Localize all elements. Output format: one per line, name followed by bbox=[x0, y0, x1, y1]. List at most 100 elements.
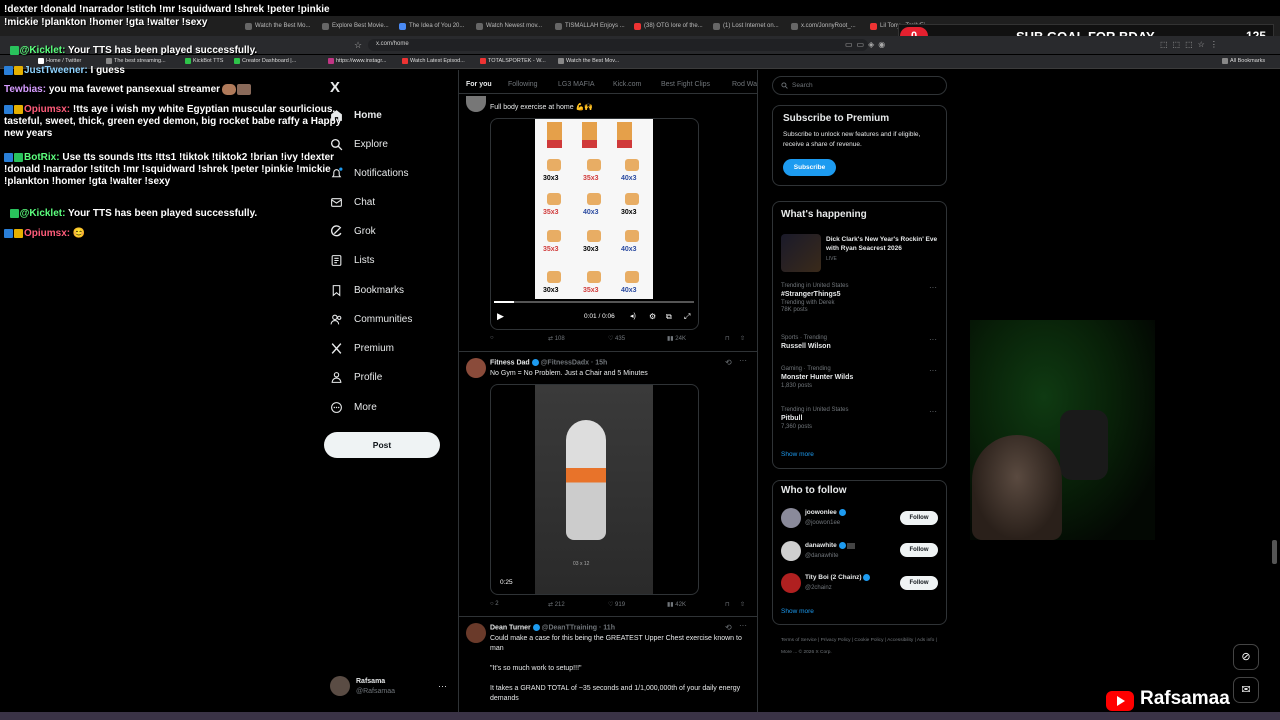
browser-tab[interactable]: Watch Newest mov... bbox=[476, 19, 548, 33]
bookmark-item[interactable]: The best streaming... bbox=[106, 58, 166, 64]
bookmark-item[interactable]: TOTALSPORTEK - W... bbox=[480, 58, 546, 64]
reply-icon[interactable]: ○ bbox=[490, 335, 494, 341]
user-avatar[interactable] bbox=[781, 541, 801, 561]
trend-item[interactable]: Gaming · Trending Monster Hunter Wilds 1… bbox=[781, 366, 941, 389]
like-button[interactable]: ♡ 919 bbox=[608, 601, 625, 608]
toolbar-icons[interactable]: ⬚⬚⬚☆⋮ bbox=[1160, 40, 1223, 49]
tab-for-you[interactable]: For you bbox=[466, 81, 492, 88]
footer-link[interactable]: Ads info bbox=[917, 638, 934, 643]
retweet-button[interactable]: ⇄ 108 bbox=[548, 335, 565, 342]
tab-rod-wave[interactable]: Rod Wa bbox=[732, 81, 757, 88]
video-progress-bar[interactable] bbox=[494, 301, 694, 303]
user-avatar[interactable] bbox=[781, 573, 801, 593]
user-avatar[interactable] bbox=[781, 508, 801, 528]
nav-more[interactable]: More bbox=[330, 399, 377, 415]
trend-more-icon[interactable]: ··· bbox=[929, 407, 937, 416]
browser-tab[interactable]: (1) Lost Internet on... bbox=[713, 19, 785, 33]
trend-more-icon[interactable]: ··· bbox=[929, 283, 937, 292]
messages-float-button[interactable]: ✉ bbox=[1233, 677, 1259, 703]
account-more-icon[interactable]: ··· bbox=[438, 681, 447, 691]
nav-grok[interactable]: Grok bbox=[330, 223, 376, 239]
retweet-button[interactable]: ⇄ 212 bbox=[548, 601, 565, 608]
footer-link[interactable]: Terms of Service bbox=[781, 638, 817, 643]
show-more-link[interactable]: Show more bbox=[781, 608, 814, 615]
footer-link[interactable]: Privacy Policy bbox=[821, 638, 851, 643]
event-title[interactable]: Dick Clark's New Year's Rockin' Eve with… bbox=[826, 235, 941, 253]
extension-icons[interactable]: ▭▭◈◉ bbox=[845, 40, 889, 49]
nav-profile[interactable]: Profile bbox=[330, 369, 382, 385]
trend-item[interactable]: Trending in United States Pitbull 7,360 … bbox=[781, 407, 941, 430]
trend-item[interactable]: Trending in United States #StrangerThing… bbox=[781, 283, 941, 313]
x-icon bbox=[331, 342, 342, 354]
grok-float-button[interactable]: ⊘ bbox=[1233, 644, 1259, 670]
tab-kick[interactable]: Kick.com bbox=[613, 81, 641, 88]
post-button[interactable]: Post bbox=[324, 432, 440, 458]
nav-home[interactable]: Home bbox=[330, 107, 382, 123]
trend-more-icon[interactable]: ··· bbox=[929, 335, 937, 344]
tab-best-fight-clips[interactable]: Best Fight Clips bbox=[661, 81, 710, 88]
show-more-link[interactable]: Show more bbox=[781, 451, 814, 458]
all-bookmarks[interactable]: All Bookmarks bbox=[1222, 58, 1265, 64]
exercise-label: 35x3 bbox=[543, 246, 559, 253]
trend-item[interactable]: Sports · Trending Russell Wilson bbox=[781, 335, 941, 350]
volume-icon[interactable]: ◂) bbox=[630, 312, 636, 320]
x-favicon-icon bbox=[38, 58, 44, 64]
views-button[interactable]: ▮▮ 42K bbox=[667, 601, 686, 608]
footer-link[interactable]: Accessibility bbox=[887, 638, 913, 643]
browser-tab[interactable]: The Idea of You 20... bbox=[399, 19, 471, 33]
follow-button[interactable]: Follow bbox=[900, 511, 938, 525]
account-avatar[interactable] bbox=[330, 676, 350, 696]
play-icon[interactable]: ▶ bbox=[497, 311, 504, 322]
nav-chat[interactable]: Chat bbox=[330, 194, 375, 210]
nav-explore[interactable]: Explore bbox=[330, 136, 388, 152]
browser-tab[interactable]: x.com/JonnyRoot_... bbox=[791, 19, 863, 33]
views-button[interactable]: ▮▮ 24K bbox=[667, 335, 686, 342]
nav-communities[interactable]: Communities bbox=[330, 311, 412, 327]
reply-button[interactable]: ○ 2 bbox=[490, 601, 499, 607]
bookmark-item[interactable]: KickBot TTS bbox=[185, 58, 223, 64]
tweet-avatar[interactable] bbox=[466, 358, 486, 378]
pip-icon[interactable]: ⧉ bbox=[666, 312, 672, 322]
search-box[interactable]: Search bbox=[772, 76, 947, 95]
like-button[interactable]: ♡ 435 bbox=[608, 335, 625, 342]
bookmark-star-icon[interactable]: ☆ bbox=[354, 40, 362, 51]
address-bar[interactable]: x.com/home bbox=[368, 39, 868, 51]
user-name[interactable]: joowonlee bbox=[805, 509, 846, 516]
browser-tab[interactable]: (38) OTG lore of the... bbox=[634, 19, 706, 33]
share-icon[interactable]: ⇧ bbox=[740, 335, 745, 342]
subscribe-button[interactable]: Subscribe bbox=[783, 159, 836, 176]
follow-button[interactable]: Follow bbox=[900, 543, 938, 557]
tweet-avatar[interactable] bbox=[466, 623, 486, 643]
grok-tweet-icon[interactable]: ⟲ bbox=[725, 358, 732, 367]
bookmark-tweet-icon[interactable]: ⊓ bbox=[725, 335, 730, 342]
user-name[interactable]: danawhite bbox=[805, 542, 856, 549]
grok-tweet-icon[interactable]: ⟲ bbox=[725, 623, 732, 632]
share-icon[interactable]: ⇧ bbox=[740, 601, 745, 608]
nav-notifications[interactable]: Notifications bbox=[330, 165, 408, 181]
user-name[interactable]: Tity Boi (2 Chainz) bbox=[805, 574, 871, 581]
trend-more-icon[interactable]: ··· bbox=[929, 366, 937, 375]
footer-link[interactable]: More ... bbox=[781, 650, 797, 655]
tab-lg3-mafia[interactable]: LG3 MAFIA bbox=[558, 81, 595, 88]
bookmark-item[interactable]: Watch the Best Mov... bbox=[558, 58, 619, 64]
bookmark-item[interactable]: Watch Latest Episod... bbox=[402, 58, 465, 64]
footer-link[interactable]: Cookie Policy bbox=[854, 638, 883, 643]
event-thumbnail[interactable] bbox=[781, 234, 821, 272]
tweet-more-icon[interactable]: ··· bbox=[739, 356, 747, 365]
follow-button[interactable]: Follow bbox=[900, 576, 938, 590]
nav-premium[interactable]: Premium bbox=[330, 340, 394, 356]
tweet-more-icon[interactable]: ··· bbox=[739, 621, 747, 630]
x-logo[interactable]: X bbox=[330, 79, 340, 96]
tab-following[interactable]: Following bbox=[508, 81, 538, 88]
settings-icon[interactable]: ⚙ bbox=[649, 312, 656, 321]
trend-posts: 78K posts bbox=[781, 307, 808, 313]
browser-tab[interactable]: TISMALLAH Enjoys ... bbox=[555, 19, 627, 33]
nav-lists[interactable]: Lists bbox=[330, 252, 375, 268]
bookmark-item[interactable]: Creator Dashboard |... bbox=[234, 58, 296, 64]
page-scrollbar[interactable] bbox=[1272, 540, 1277, 564]
bookmark-tweet-icon[interactable]: ⊓ bbox=[725, 601, 730, 608]
bookmark-item[interactable]: https://www.instagr... bbox=[328, 58, 386, 64]
bookmark-item[interactable]: Home / Twitter bbox=[38, 58, 81, 64]
nav-bookmarks[interactable]: Bookmarks bbox=[330, 282, 404, 298]
fullscreen-icon[interactable]: ⤢ bbox=[684, 312, 690, 322]
